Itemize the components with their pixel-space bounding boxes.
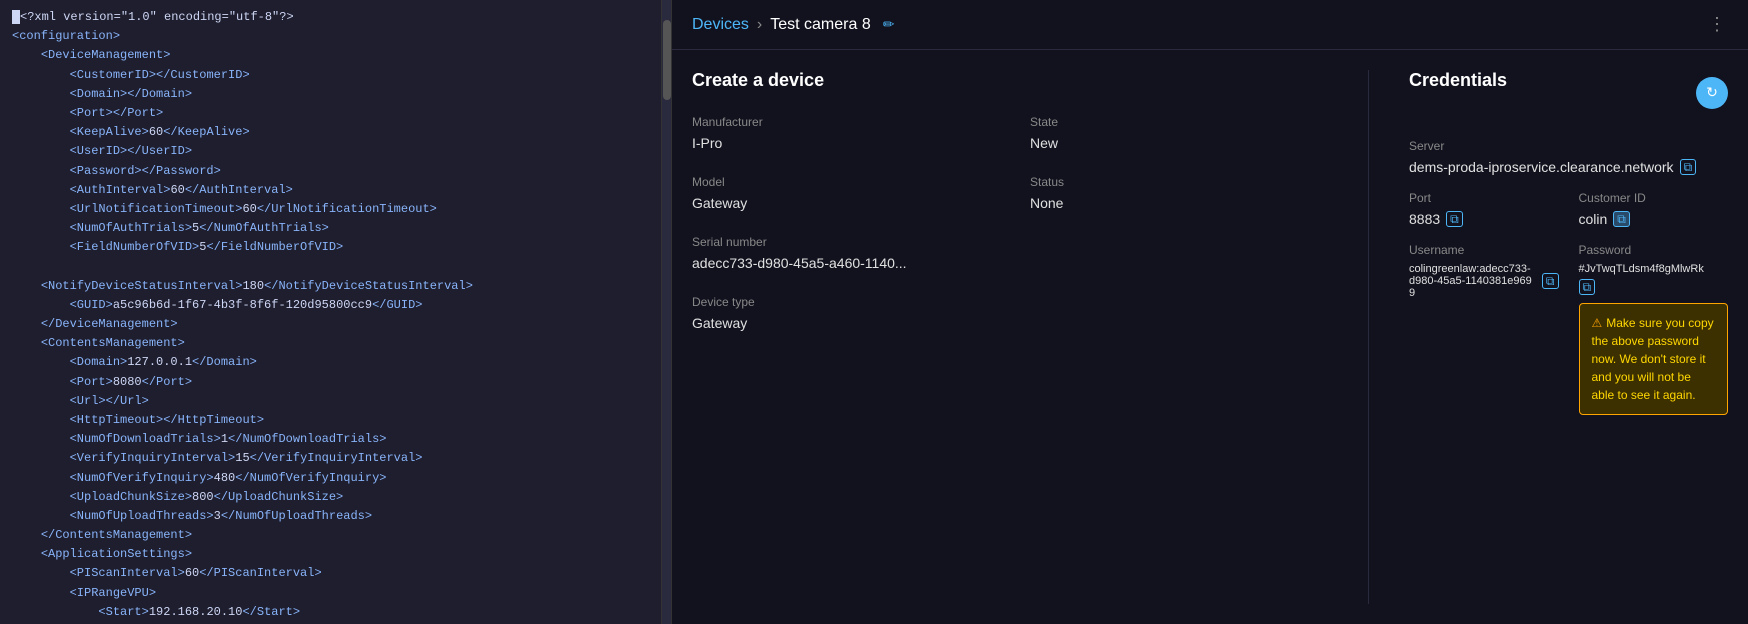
manufacturer-value: I-Pro	[692, 135, 990, 151]
copy-password-icon[interactable]: ⧉	[1579, 279, 1596, 295]
password-value-row: #JvTwqTLdsm4f8gMlwRk	[1579, 263, 1729, 275]
server-field: Server dems-proda-iproservice.clearance.…	[1409, 139, 1728, 175]
state-label: State	[1030, 115, 1328, 129]
serial-label: Serial number	[692, 235, 1328, 249]
copy-customer-id-icon[interactable]: ⧉	[1613, 211, 1630, 227]
main-content: Create a device Manufacturer I-Pro State…	[672, 50, 1748, 624]
create-device-section: Create a device Manufacturer I-Pro State…	[692, 70, 1368, 604]
customer-id-value-row: colin ⧉	[1579, 211, 1729, 227]
model-value: Gateway	[692, 195, 990, 211]
edit-page-title-icon[interactable]: ✏	[883, 16, 895, 33]
state-field: State New	[1030, 115, 1328, 151]
credentials-section: Credentials ↻ Server dems-proda-iproserv…	[1368, 70, 1728, 604]
username-password-row: Username colingreenlaw:adecc733-d980-45a…	[1409, 243, 1728, 415]
scrollbar-thumb	[663, 20, 671, 100]
xml-editor-panel: <?xml version="1.0" encoding="utf-8"?> <…	[0, 0, 672, 624]
username-label: Username	[1409, 243, 1559, 257]
copy-server-icon[interactable]: ⧉	[1680, 159, 1697, 175]
xml-content[interactable]: <?xml version="1.0" encoding="utf-8"?> <…	[0, 0, 661, 624]
port-value: 8883	[1409, 211, 1440, 227]
server-label: Server	[1409, 139, 1728, 153]
warning-text: Make sure you copy the above password no…	[1592, 316, 1714, 402]
status-label: Status	[1030, 175, 1328, 189]
username-value-row: colingreenlaw:adecc733-d980-45a5-1140381…	[1409, 263, 1559, 299]
scrollbar[interactable]	[661, 0, 671, 624]
breadcrumb-current-page: Test camera 8	[770, 16, 870, 34]
device-type-value: Gateway	[692, 315, 990, 331]
device-type-label: Device type	[692, 295, 990, 309]
status-value: None	[1030, 195, 1328, 211]
password-label: Password	[1579, 243, 1729, 257]
refresh-credentials-button[interactable]: ↻	[1696, 77, 1728, 109]
model-field: Model Gateway	[692, 175, 990, 211]
password-value: #JvTwqTLdsm4f8gMlwRk	[1579, 263, 1704, 275]
port-customerid-row: Port 8883 ⧉ Customer ID colin ⧉	[1409, 191, 1728, 227]
password-warning-box: ⚠Make sure you copy the above password n…	[1579, 303, 1729, 415]
server-value-row: dems-proda-iproservice.clearance.network…	[1409, 159, 1728, 175]
right-panel: Devices › Test camera 8 ✏ ⋮ Create a dev…	[672, 0, 1748, 624]
state-value: New	[1030, 135, 1328, 151]
username-value: colingreenlaw:adecc733-d980-45a5-1140381…	[1409, 263, 1536, 299]
copy-username-icon[interactable]: ⧉	[1542, 273, 1559, 289]
customer-id-field: Customer ID colin ⧉	[1579, 191, 1729, 227]
port-value-row: 8883 ⧉	[1409, 211, 1559, 227]
warning-icon: ⚠	[1592, 316, 1603, 330]
create-device-title: Create a device	[692, 70, 1328, 91]
breadcrumb-separator: ›	[757, 16, 762, 34]
serial-field: Serial number adecc733-d980-45a5-a460-11…	[692, 235, 1328, 271]
credentials-header: Credentials ↻	[1409, 70, 1728, 115]
breadcrumb: Devices › Test camera 8 ✏	[692, 16, 894, 34]
port-label: Port	[1409, 191, 1559, 205]
server-value: dems-proda-iproservice.clearance.network	[1409, 159, 1674, 175]
serial-value: adecc733-d980-45a5-a460-1140...	[692, 255, 1328, 271]
customer-id-label: Customer ID	[1579, 191, 1729, 205]
refresh-icon: ↻	[1706, 84, 1718, 101]
password-field: Password #JvTwqTLdsm4f8gMlwRk ⧉ ⚠Make su…	[1579, 243, 1729, 415]
breadcrumb-devices-link[interactable]: Devices	[692, 16, 749, 34]
more-options-icon[interactable]: ⋮	[1708, 14, 1728, 35]
credentials-grid: Server dems-proda-iproservice.clearance.…	[1409, 139, 1728, 415]
status-field: Status None	[1030, 175, 1328, 211]
port-field: Port 8883 ⧉	[1409, 191, 1559, 227]
manufacturer-field: Manufacturer I-Pro	[692, 115, 990, 151]
username-field: Username colingreenlaw:adecc733-d980-45a…	[1409, 243, 1559, 415]
copy-port-icon[interactable]: ⧉	[1446, 211, 1463, 227]
credentials-title: Credentials	[1409, 70, 1507, 91]
customer-id-value: colin	[1579, 211, 1608, 227]
device-info-grid: Manufacturer I-Pro State New Model Gatew…	[692, 115, 1328, 331]
top-bar: Devices › Test camera 8 ✏ ⋮	[672, 0, 1748, 50]
model-label: Model	[692, 175, 990, 189]
device-type-field: Device type Gateway	[692, 295, 990, 331]
manufacturer-label: Manufacturer	[692, 115, 990, 129]
